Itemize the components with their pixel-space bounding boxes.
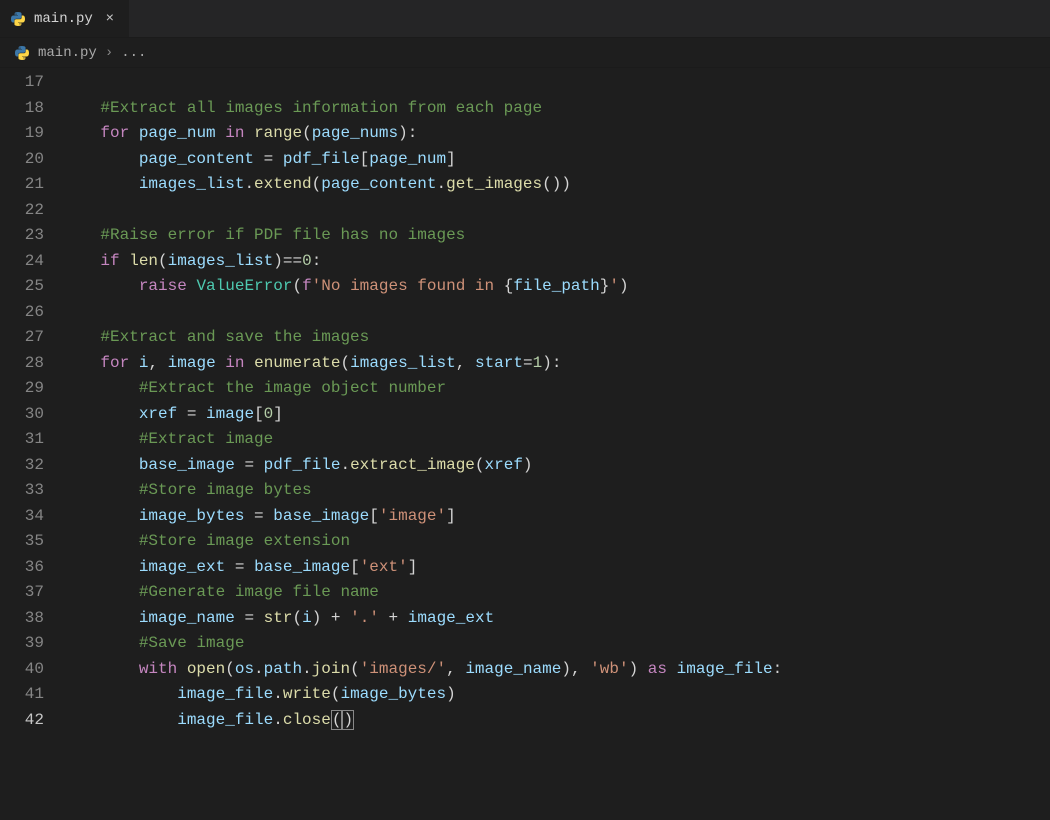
line-number: 29: [0, 376, 62, 402]
code-line[interactable]: page_content = pdf_file[page_num]: [62, 147, 1050, 173]
code-line[interactable]: for i, image in enumerate(images_list, s…: [62, 351, 1050, 377]
editor[interactable]: 1718192021222324252627282930313233343536…: [0, 68, 1050, 820]
code-line[interactable]: [62, 300, 1050, 326]
line-number: 39: [0, 631, 62, 657]
line-number: 18: [0, 96, 62, 122]
breadcrumb: main.py › ...: [0, 38, 1050, 68]
line-number: 38: [0, 606, 62, 632]
tab-main-py[interactable]: main.py ×: [0, 0, 130, 37]
code-line[interactable]: #Extract image: [62, 427, 1050, 453]
line-number: 31: [0, 427, 62, 453]
line-number: 35: [0, 529, 62, 555]
chevron-right-icon: ›: [105, 45, 113, 61]
code-line[interactable]: #Generate image file name: [62, 580, 1050, 606]
tab-file-name: main.py: [34, 11, 93, 27]
code-line[interactable]: image_ext = base_image['ext']: [62, 555, 1050, 581]
code-line[interactable]: raise ValueError(f'No images found in {f…: [62, 274, 1050, 300]
line-number: 28: [0, 351, 62, 377]
code-line[interactable]: #Extract all images information from eac…: [62, 96, 1050, 122]
code-line[interactable]: images_list.extend(page_content.get_imag…: [62, 172, 1050, 198]
code-line[interactable]: image_file.close(): [62, 708, 1050, 734]
line-number: 36: [0, 555, 62, 581]
code-area[interactable]: #Extract all images information from eac…: [62, 68, 1050, 820]
code-line[interactable]: base_image = pdf_file.extract_image(xref…: [62, 453, 1050, 479]
line-number: 26: [0, 300, 62, 326]
python-icon: [14, 45, 30, 61]
line-number-gutter: 1718192021222324252627282930313233343536…: [0, 68, 62, 820]
code-line[interactable]: #Save image: [62, 631, 1050, 657]
code-line[interactable]: image_name = str(i) + '.' + image_ext: [62, 606, 1050, 632]
code-line[interactable]: if len(images_list)==0:: [62, 249, 1050, 275]
close-icon[interactable]: ×: [101, 11, 119, 27]
code-line[interactable]: [62, 198, 1050, 224]
code-line[interactable]: #Extract the image object number: [62, 376, 1050, 402]
line-number: 33: [0, 478, 62, 504]
line-number: 41: [0, 682, 62, 708]
code-line[interactable]: #Extract and save the images: [62, 325, 1050, 351]
line-number: 17: [0, 70, 62, 96]
python-icon: [10, 11, 26, 27]
line-number: 23: [0, 223, 62, 249]
tab-bar: main.py ×: [0, 0, 1050, 38]
code-line[interactable]: with open(os.path.join('images/', image_…: [62, 657, 1050, 683]
code-line[interactable]: [62, 70, 1050, 96]
line-number: 42: [0, 708, 62, 734]
line-number: 34: [0, 504, 62, 530]
breadcrumb-file[interactable]: main.py: [38, 45, 97, 61]
line-number: 22: [0, 198, 62, 224]
line-number: 21: [0, 172, 62, 198]
line-number: 40: [0, 657, 62, 683]
line-number: 24: [0, 249, 62, 275]
line-number: 25: [0, 274, 62, 300]
line-number: 20: [0, 147, 62, 173]
code-line[interactable]: #Store image bytes: [62, 478, 1050, 504]
line-number: 30: [0, 402, 62, 428]
code-line[interactable]: image_bytes = base_image['image']: [62, 504, 1050, 530]
breadcrumb-ellipsis[interactable]: ...: [121, 45, 146, 61]
code-line[interactable]: image_file.write(image_bytes): [62, 682, 1050, 708]
code-line[interactable]: xref = image[0]: [62, 402, 1050, 428]
line-number: 32: [0, 453, 62, 479]
code-line[interactable]: for page_num in range(page_nums):: [62, 121, 1050, 147]
line-number: 37: [0, 580, 62, 606]
code-line[interactable]: #Store image extension: [62, 529, 1050, 555]
line-number: 19: [0, 121, 62, 147]
line-number: 27: [0, 325, 62, 351]
code-line[interactable]: #Raise error if PDF file has no images: [62, 223, 1050, 249]
